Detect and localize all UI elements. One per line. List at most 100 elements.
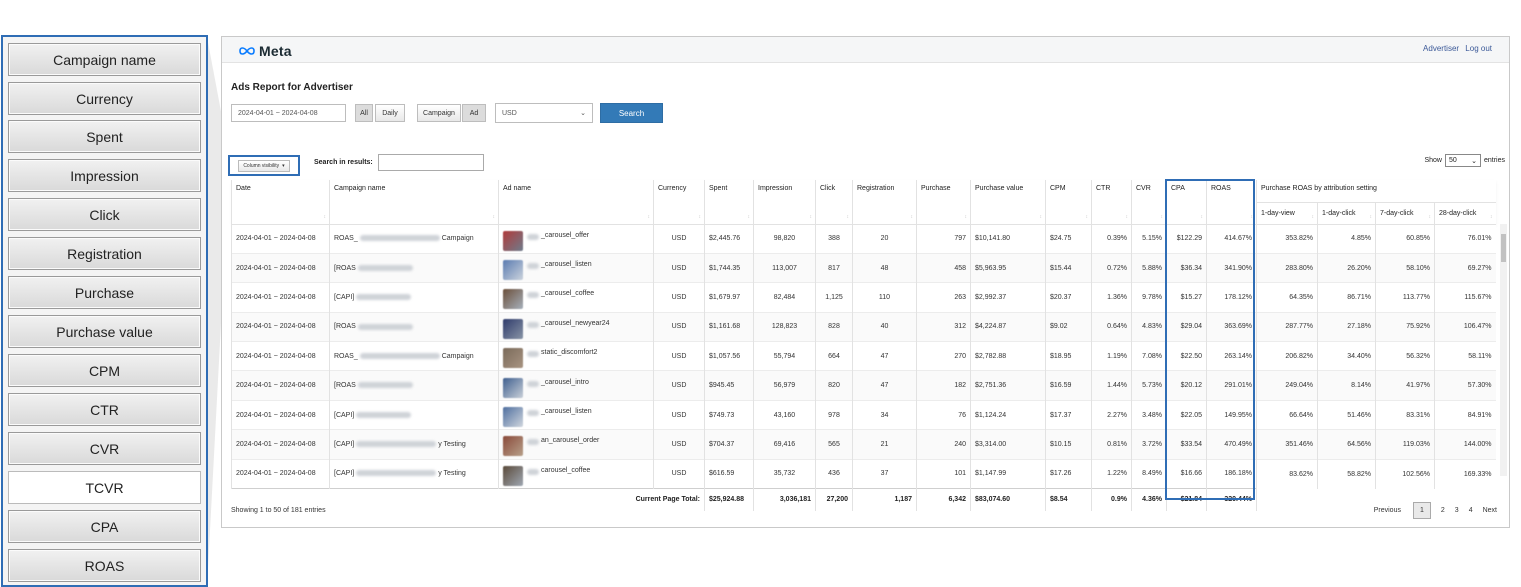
- column-toggle-spent[interactable]: Spent: [8, 120, 201, 153]
- vertical-scrollbar[interactable]: [1500, 224, 1507, 476]
- column-toggle-ctr[interactable]: CTR: [8, 393, 201, 426]
- campaign-name-prefix: [CAPI]: [334, 440, 355, 448]
- column-toggle-purchase-value[interactable]: Purchase value: [8, 315, 201, 348]
- total-purchase: 6,342: [916, 488, 971, 511]
- column-toggle-cvr[interactable]: CVR: [8, 432, 201, 465]
- column-header-purchase-value[interactable]: Purchase value ↕: [970, 180, 1046, 225]
- impression-cell: 128,823: [753, 311, 816, 342]
- table-row[interactable]: 2024-04-01 ~ 2024-04-08 [CAPI] y Testing an…: [231, 429, 1496, 460]
- ad-name-cell: static_discomfort2: [498, 341, 654, 371]
- currency-cell: USD: [653, 252, 705, 283]
- roas-1-day-click-cell: 58.82%: [1317, 458, 1376, 489]
- purchase-value-cell: $4,224.87: [970, 311, 1046, 342]
- column-toggle-roas[interactable]: ROAS: [8, 549, 201, 582]
- column-header-label: Registration: [857, 185, 895, 192]
- table-row[interactable]: 2024-04-01 ~ 2024-04-08 [CAPI] y Testing ca…: [231, 458, 1496, 489]
- roas-cell: 263.14%: [1206, 341, 1257, 371]
- column-visibility-label: Column visibility: [243, 162, 280, 169]
- redacted-text: [356, 294, 412, 301]
- total-ctr: 0.9%: [1091, 488, 1132, 511]
- currency-select[interactable]: USD ⌄: [495, 103, 593, 123]
- page-button-2[interactable]: 2: [1441, 507, 1445, 514]
- column-header-currency[interactable]: Currency ↕: [653, 180, 705, 225]
- column-header-cpa[interactable]: CPA ↕: [1166, 180, 1207, 225]
- column-toggle-tcvr[interactable]: TCVR: [8, 471, 201, 504]
- logout-link[interactable]: Log out: [1465, 44, 1492, 53]
- roas-28-day-click-cell: 76.01%: [1434, 223, 1496, 254]
- column-header-cpm[interactable]: CPM ↕: [1045, 180, 1092, 225]
- column-toggle-click[interactable]: Click: [8, 198, 201, 231]
- column-header-label: 28-day-click: [1439, 209, 1477, 217]
- column-header-1-day-click[interactable]: 1-day-click ↕: [1317, 202, 1376, 225]
- roas-7-day-click-cell: 56.32%: [1375, 341, 1435, 371]
- table-row[interactable]: 2024-04-01 ~ 2024-04-08 ROAS_ Campaign _car…: [231, 223, 1496, 254]
- table-row[interactable]: 2024-04-01 ~ 2024-04-08 [CAPI] _carousel_l…: [231, 399, 1496, 430]
- table-row[interactable]: 2024-04-01 ~ 2024-04-08 [ROAS _carousel_li…: [231, 252, 1496, 283]
- redacted-text: [527, 321, 539, 328]
- advertiser-link[interactable]: Advertiser: [1423, 44, 1459, 53]
- previous-button[interactable]: Previous: [1374, 507, 1401, 514]
- ad-name-cell: _carousel_listen: [498, 399, 654, 430]
- page-button-1[interactable]: 1: [1412, 502, 1431, 519]
- column-header-registration[interactable]: Registration ↕: [852, 180, 917, 225]
- table-row[interactable]: 2024-04-01 ~ 2024-04-08 [ROAS _carousel_in…: [231, 370, 1496, 401]
- column-header-7-day-click[interactable]: 7-day-click ↕: [1375, 202, 1435, 225]
- date-range-input[interactable]: 2024-04-01 ~ 2024-04-08: [231, 104, 346, 122]
- page-button-4[interactable]: 4: [1469, 507, 1473, 514]
- roas-cell: 363.69%: [1206, 311, 1257, 342]
- daily-button[interactable]: Daily: [375, 104, 405, 122]
- roas-28-day-click-cell: 57.30%: [1434, 370, 1496, 401]
- table-row[interactable]: 2024-04-01 ~ 2024-04-08 [ROAS _carousel_ne…: [231, 311, 1496, 342]
- search-button[interactable]: Search: [600, 103, 663, 123]
- roas-cell: 186.18%: [1206, 458, 1257, 489]
- spent-cell: $2,445.76: [704, 223, 754, 254]
- roas-1-day-view-cell: 64.35%: [1256, 282, 1318, 313]
- column-header-cvr[interactable]: CVR ↕: [1131, 180, 1167, 225]
- column-header-1-day-view[interactable]: 1-day-view ↕: [1256, 202, 1318, 225]
- roas-28-day-click-cell: 144.00%: [1434, 429, 1496, 460]
- ad-button[interactable]: Ad: [462, 104, 486, 122]
- column-header-roas[interactable]: ROAS ↕: [1206, 180, 1257, 225]
- cpa-cell: $33.54: [1166, 429, 1207, 460]
- campaign-button[interactable]: Campaign: [417, 104, 461, 122]
- spent-cell: $1,679.97: [704, 282, 754, 313]
- page-length-select[interactable]: 50 ⌄: [1444, 154, 1481, 167]
- registration-cell: 20: [852, 223, 917, 254]
- campaign-name-suffix: y Testing: [438, 440, 466, 448]
- column-header-click[interactable]: Click ↕: [815, 180, 853, 225]
- column-header-purchase[interactable]: Purchase ↕: [916, 180, 971, 225]
- column-toggle-registration[interactable]: Registration: [8, 237, 201, 270]
- meta-logo: Meta: [238, 43, 292, 59]
- column-header-ad-name[interactable]: Ad name ↕: [498, 180, 654, 225]
- column-header-impression[interactable]: Impression ↕: [753, 180, 816, 225]
- column-visibility-button[interactable]: Column visibility ▾: [228, 155, 300, 176]
- column-header-spent[interactable]: Spent ↕: [704, 180, 754, 225]
- all-button[interactable]: All: [355, 104, 373, 122]
- column-toggle-cpm[interactable]: CPM: [8, 354, 201, 387]
- scrollbar-thumb[interactable]: [1501, 234, 1506, 262]
- column-header-campaign-name[interactable]: Campaign name ↕: [329, 180, 499, 225]
- roas-28-day-click-cell: 106.47%: [1434, 311, 1496, 342]
- column-toggle-impression[interactable]: Impression: [8, 159, 201, 192]
- roas-cell: 178.12%: [1206, 282, 1257, 313]
- roas-cell: 149.95%: [1206, 399, 1257, 430]
- search-input[interactable]: [378, 154, 484, 171]
- cpm-cell: $16.59: [1045, 370, 1092, 401]
- column-header-ctr[interactable]: CTR ↕: [1091, 180, 1132, 225]
- next-button[interactable]: Next: [1483, 507, 1497, 514]
- column-toggle-campaign-name[interactable]: Campaign name: [8, 43, 201, 76]
- spent-cell: $616.59: [704, 458, 754, 489]
- column-toggle-cpa[interactable]: CPA: [8, 510, 201, 543]
- column-header-date[interactable]: Date ↕: [231, 180, 330, 225]
- sort-icon: ↕: [1125, 213, 1129, 220]
- column-toggle-currency[interactable]: Currency: [8, 82, 201, 115]
- date-cell: 2024-04-01 ~ 2024-04-08: [231, 429, 330, 460]
- table-row[interactable]: 2024-04-01 ~ 2024-04-08 ROAS_ Campaign stat…: [231, 341, 1496, 371]
- column-toggle-purchase[interactable]: Purchase: [8, 276, 201, 309]
- currency-cell: USD: [653, 223, 705, 254]
- table-row[interactable]: 2024-04-01 ~ 2024-04-08 [CAPI] _carousel_c…: [231, 282, 1496, 313]
- roas-7-day-click-cell: 83.31%: [1375, 399, 1435, 430]
- purchase-value-cell: $2,751.36: [970, 370, 1046, 401]
- page-button-3[interactable]: 3: [1455, 507, 1459, 514]
- column-header-28-day-click[interactable]: 28-day-click ↕: [1434, 202, 1496, 225]
